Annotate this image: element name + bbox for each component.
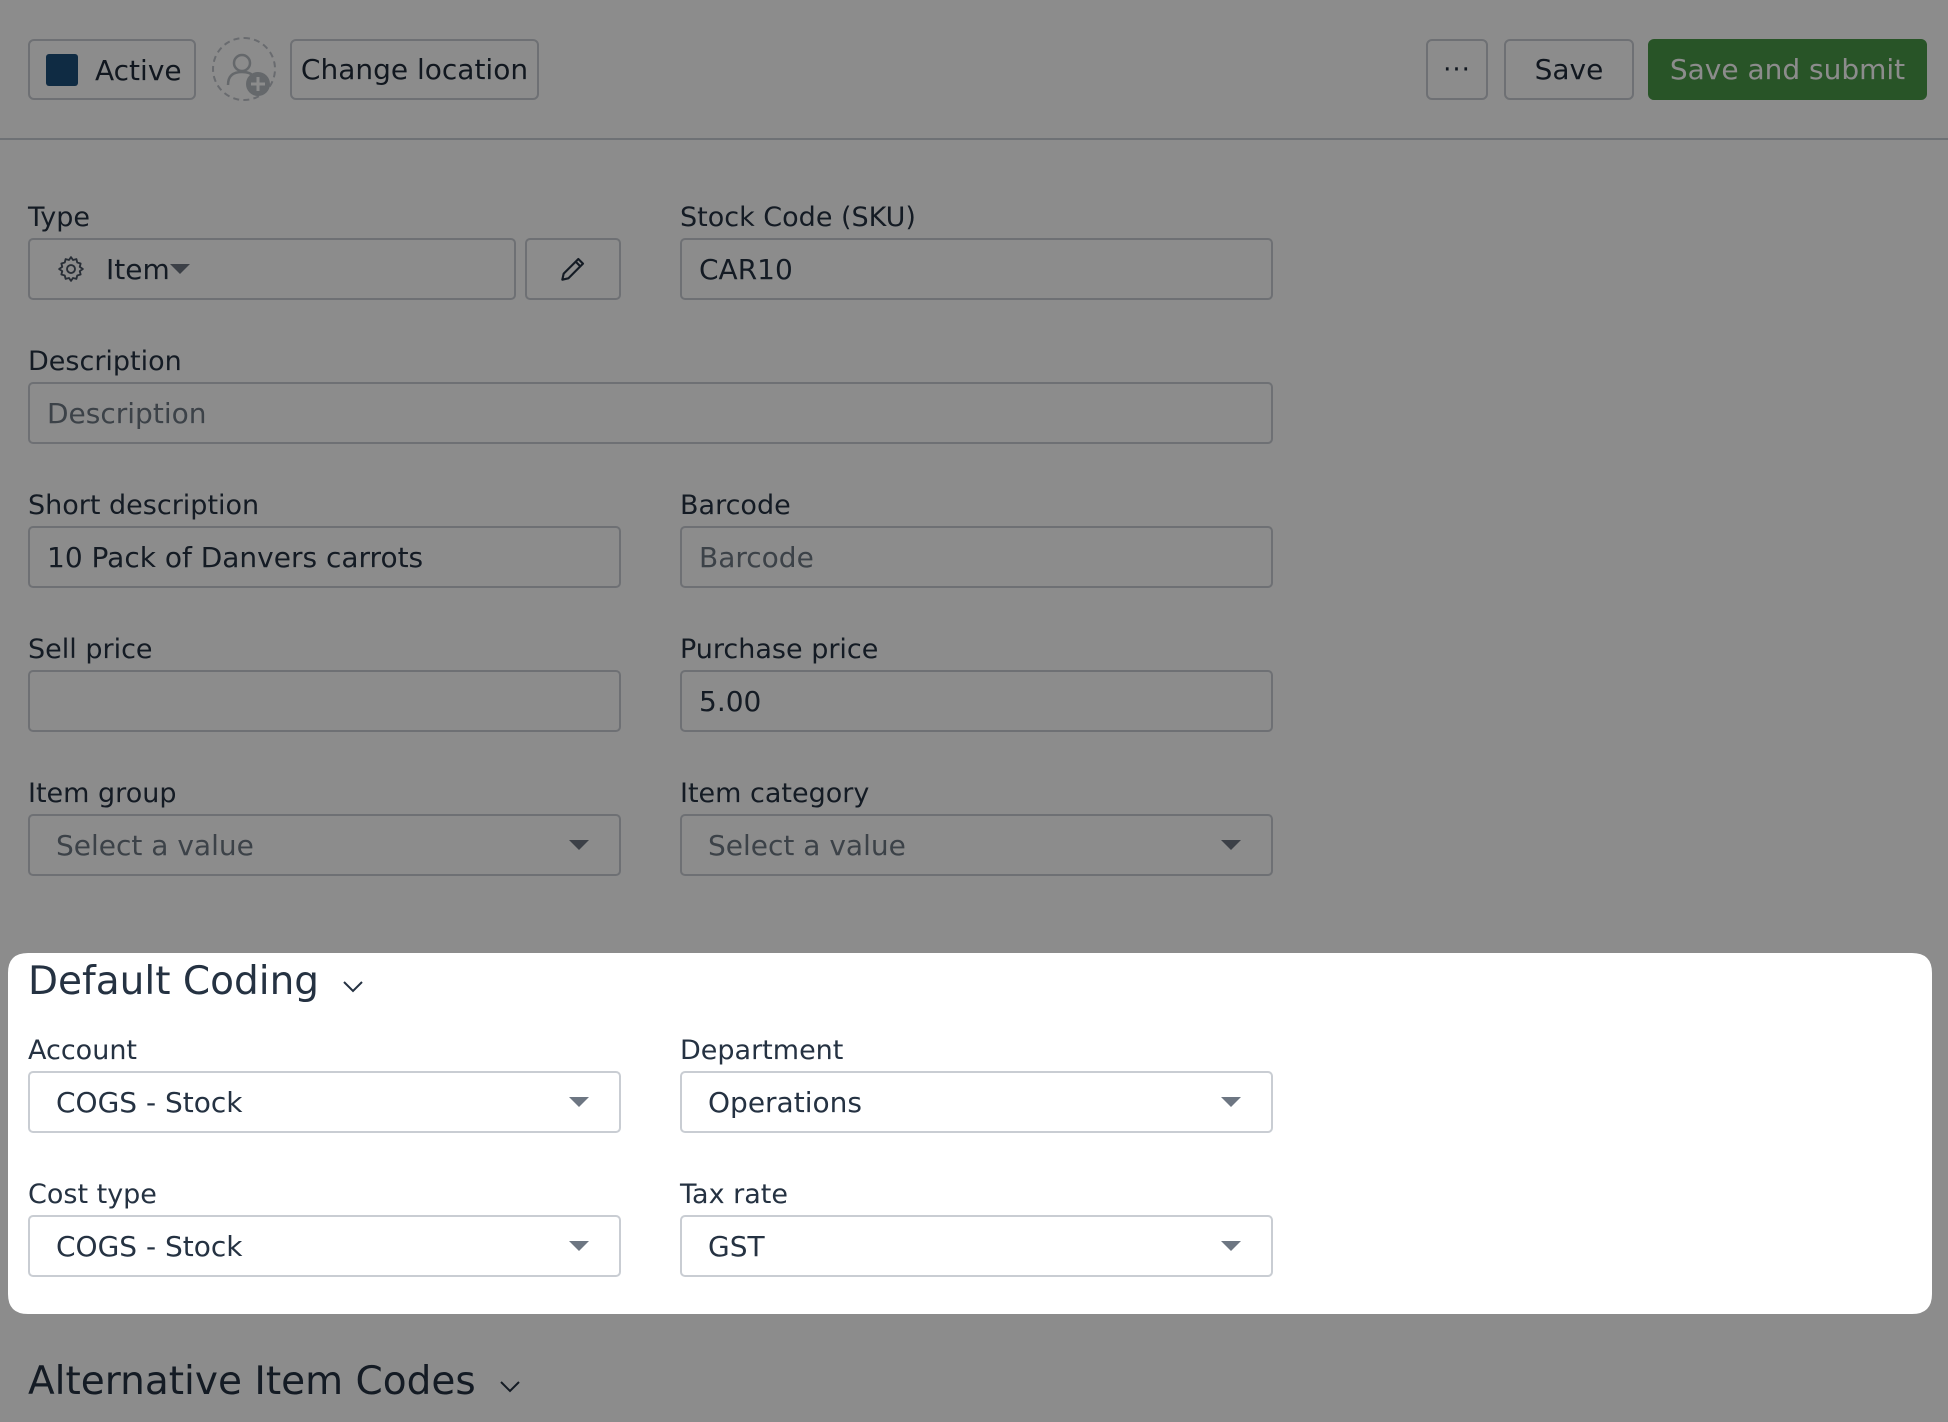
chevron-down-icon xyxy=(569,840,589,850)
pencil-icon xyxy=(561,257,585,281)
type-select[interactable]: Item xyxy=(28,238,516,300)
description-label: Description xyxy=(28,346,182,377)
assign-user-button[interactable] xyxy=(212,37,276,101)
status-swatch-icon xyxy=(46,53,78,86)
alternative-codes-header[interactable]: Alternative Item Codes xyxy=(28,1358,522,1406)
more-options-button[interactable]: ··· xyxy=(1426,39,1488,100)
barcode-input[interactable] xyxy=(680,526,1273,588)
item-group-label: Item group xyxy=(28,778,177,809)
type-label: Type xyxy=(28,202,91,233)
short-description-input[interactable] xyxy=(28,526,621,588)
add-user-icon xyxy=(226,53,270,96)
stock-code-label: Stock Code (SKU) xyxy=(680,202,916,233)
item-group-value: Select a value xyxy=(56,828,254,862)
edit-type-button[interactable] xyxy=(525,238,621,300)
description-input[interactable] xyxy=(28,382,1273,444)
short-description-label: Short description xyxy=(28,490,260,521)
purchase-price-label: Purchase price xyxy=(680,634,879,665)
purchase-price-input[interactable] xyxy=(680,670,1273,732)
chevron-down-icon xyxy=(499,1381,520,1393)
status-button[interactable]: Active xyxy=(28,39,196,100)
chevron-down-icon xyxy=(169,264,190,274)
save-button[interactable]: Save xyxy=(1504,39,1634,100)
gear-icon xyxy=(58,256,84,282)
item-group-select[interactable]: Select a value xyxy=(28,814,621,876)
ellipsis-icon: ··· xyxy=(1443,54,1471,85)
item-category-select[interactable]: Select a value xyxy=(680,814,1273,876)
status-label: Active xyxy=(95,53,182,87)
dim-overlay-top xyxy=(0,0,1948,953)
dim-overlay-left xyxy=(0,953,8,1314)
alternative-codes-title: Alternative Item Codes xyxy=(28,1359,476,1404)
type-value: Item xyxy=(106,252,170,286)
dim-overlay-right xyxy=(1932,953,1948,1314)
top-toolbar: Active Change location ··· Save Save and… xyxy=(0,0,1948,140)
sell-price-input[interactable] xyxy=(28,670,621,732)
change-location-button[interactable]: Change location xyxy=(290,39,539,100)
save-and-submit-button[interactable]: Save and submit xyxy=(1648,39,1927,100)
item-category-value: Select a value xyxy=(708,828,906,862)
sell-price-label: Sell price xyxy=(28,634,153,665)
barcode-label: Barcode xyxy=(680,490,791,521)
item-category-label: Item category xyxy=(680,778,870,809)
highlight-corners xyxy=(8,953,1932,1314)
chevron-down-icon xyxy=(1221,840,1241,850)
stock-code-input[interactable] xyxy=(680,238,1273,300)
